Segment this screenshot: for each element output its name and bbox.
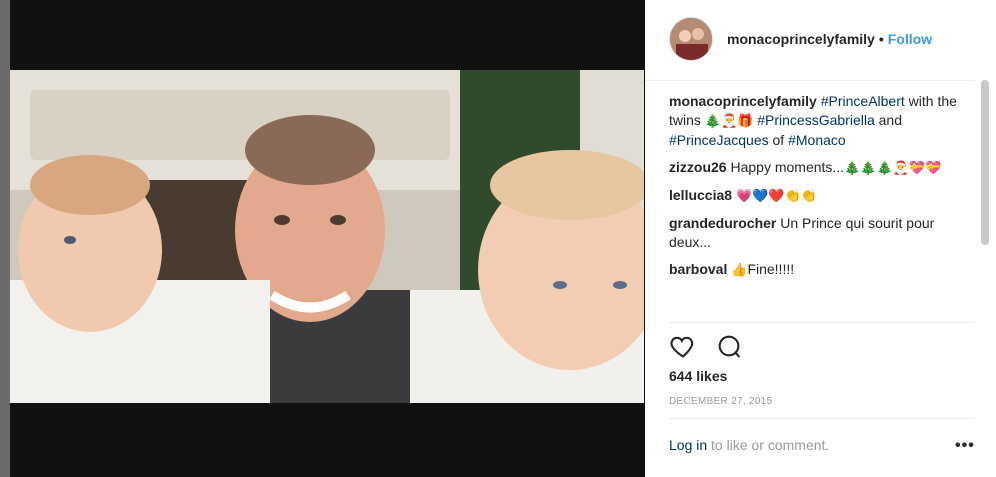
hashtag-link[interactable]: #PrincessGabriella [757,112,875,128]
caption: monacoprincelyfamily #PrinceAlbert with … [669,92,975,150]
divider [669,418,975,419]
avatar[interactable] [669,17,713,61]
hashtag-link[interactable]: #PrinceJacques [669,132,769,148]
header-username[interactable]: monacoprincelyfamily [727,31,875,47]
post-header: monacoprincelyfamily • Follow [645,0,975,81]
comment-emojis: 💗💙❤️👏👏 [735,189,817,204]
comments-scrollbar[interactable] [981,80,989,245]
post-side-panel: monacoprincelyfamily • Follow monacoprince… [645,0,996,477]
backdrop-edge [0,0,10,477]
comment-icon[interactable] [715,332,743,360]
divider [669,322,975,323]
comments-list: monacoprincelyfamily #PrinceAlbert with … [669,92,975,322]
hashtag-link[interactable]: #PrinceAlbert [821,93,905,109]
header-user-row: monacoprincelyfamily • Follow [727,31,932,47]
login-text: to like or comment. [711,437,830,453]
comment-emojis: 👍 [731,263,748,278]
comment-emojis: 🎄🎄🎄🎅💝💝 [844,161,942,176]
comment-item: grandedurocher Un Prince qui sourit pour… [669,214,975,252]
login-link[interactable]: Log in [669,437,707,453]
comment-username[interactable]: grandedurocher [669,215,776,231]
likes-count[interactable]: 644 likes [669,368,727,384]
caption-text: and [878,112,902,128]
comment-username[interactable]: barboval [669,261,727,277]
post-photo[interactable] [10,70,644,403]
comment-text: Fine!!!!! [747,261,795,277]
follow-button[interactable]: Follow [888,31,932,47]
post-actions [669,332,757,362]
post-date: DECEMBER 27, 2015 [669,396,773,407]
caption-emojis: 🎄🎅🎁 [704,114,754,129]
caption-text: of [772,132,785,148]
media-pane [0,0,645,477]
caption-username[interactable]: monacoprincelyfamily [669,93,817,109]
login-prompt: Log in to like or comment. [669,437,829,453]
comment-text: Happy moments... [730,159,845,175]
comment-item: zizzou26 Happy moments...🎄🎄🎄🎅💝💝 [669,158,975,178]
comment-username[interactable]: lelluccia8 [669,187,732,203]
hashtag-link[interactable]: #Monaco [788,132,846,148]
heart-icon[interactable] [669,332,697,360]
comment-username[interactable]: zizzou26 [669,159,727,175]
comment-item: lelluccia8 💗💙❤️👏👏 [669,186,975,206]
more-options-icon[interactable]: ••• [955,437,975,455]
comment-item: barboval 👍Fine!!!!! [669,260,975,280]
photo-illustration [10,70,644,403]
header-separator: • [878,31,884,47]
